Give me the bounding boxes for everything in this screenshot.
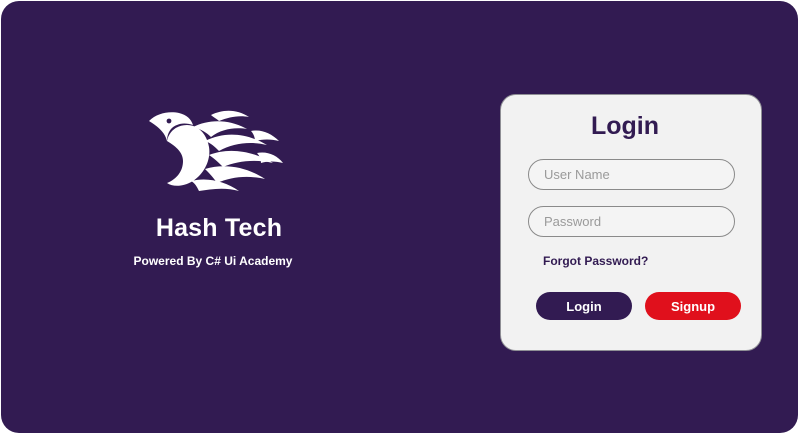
login-title: Login	[590, 112, 660, 140]
phoenix-bird-icon	[149, 110, 283, 191]
password-input[interactable]	[528, 206, 735, 237]
brand-panel: Hash Tech Powered By C# Ui Academy	[101, 101, 337, 281]
brand-subtitle: Powered By C# Ui Academy	[133, 254, 293, 268]
username-input[interactable]	[528, 159, 735, 190]
login-window: Hash Tech Powered By C# Ui Academy Login…	[1, 1, 798, 433]
forgot-password-link[interactable]: Forgot Password?	[543, 254, 648, 268]
bird-eye	[166, 118, 172, 124]
brand-title: Hash Tech	[155, 214, 283, 242]
signup-button[interactable]: Signup	[645, 292, 741, 320]
login-button[interactable]: Login	[536, 292, 632, 320]
login-card: Login Forgot Password? Login Signup	[500, 94, 762, 351]
